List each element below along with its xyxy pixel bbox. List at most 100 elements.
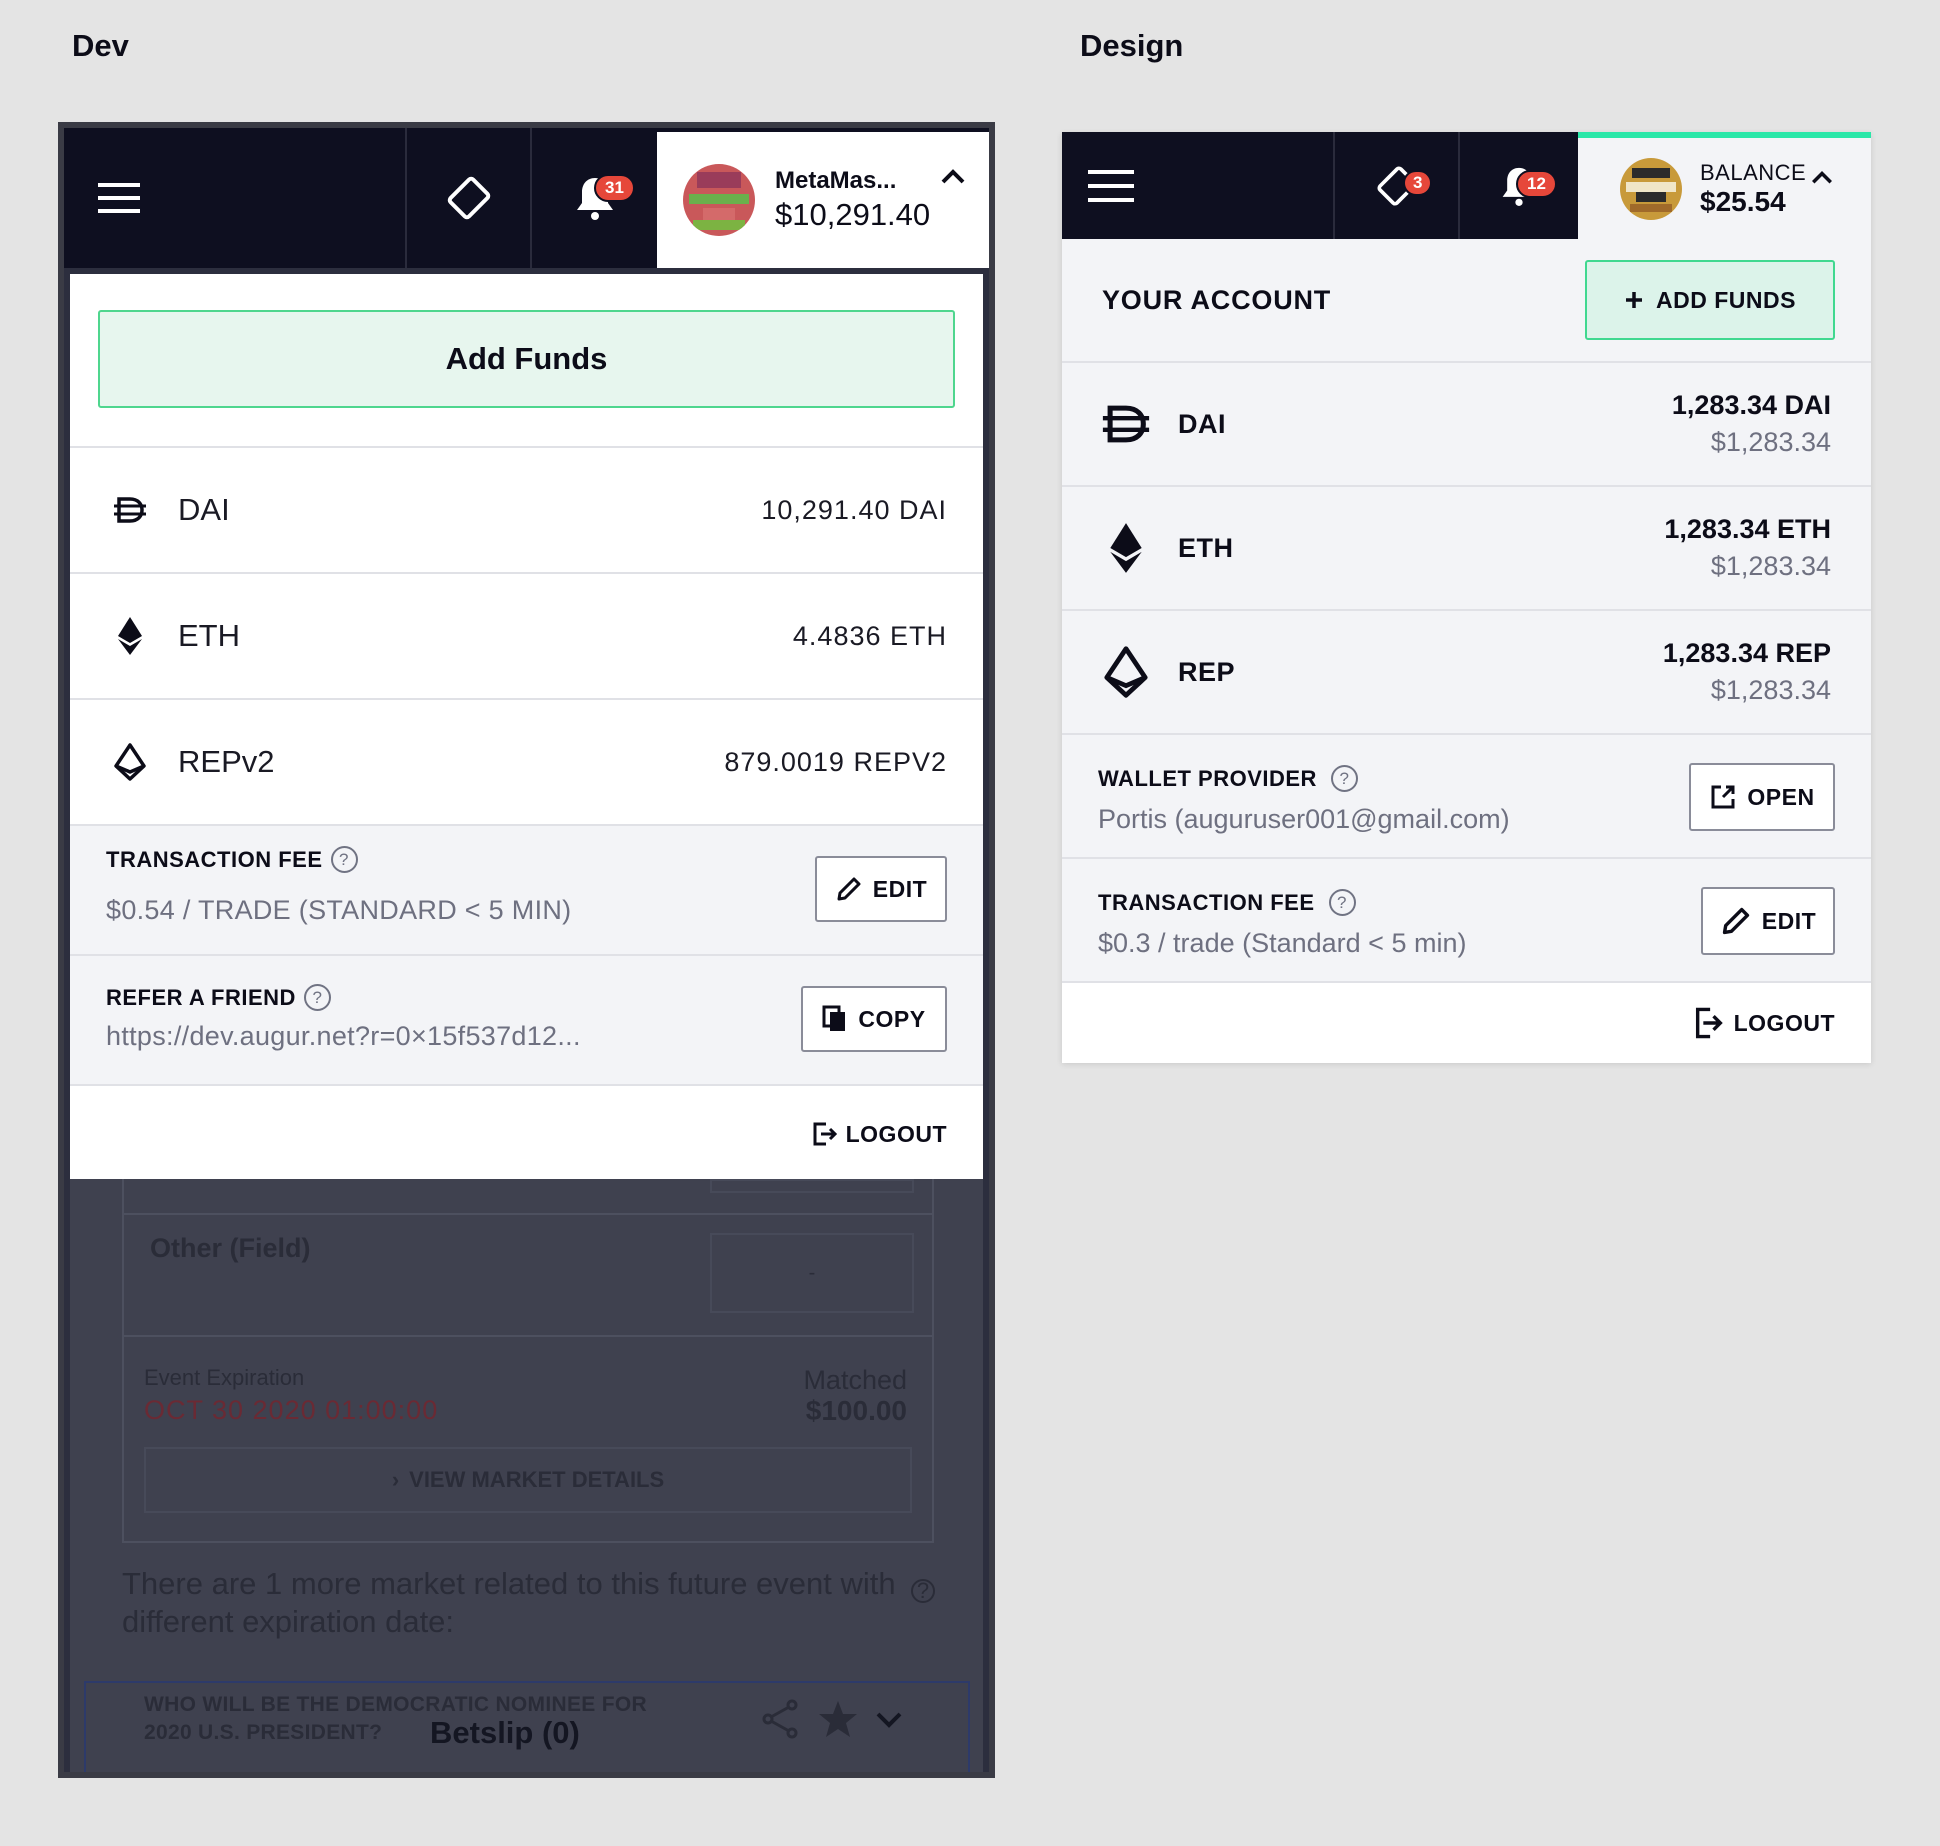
betslip-button[interactable]: 3 [1335, 132, 1460, 239]
account-toggle[interactable]: MetaMas... $10,291.40 [657, 132, 989, 268]
currency-usd-value: $1,283.34 [1710, 551, 1831, 581]
top-bar: 31 MetaMas... $10,291.40 [64, 128, 989, 268]
rep-icon [1104, 646, 1148, 698]
edit-fee-button[interactable]: EDIT [1701, 887, 1835, 955]
balance-row-eth: ETH 4.4836 ETH [70, 574, 983, 700]
dev-section-label: Dev [72, 28, 129, 63]
avatar [1620, 157, 1682, 220]
chevron-right-icon: › [391, 1467, 400, 1492]
star-icon[interactable] [818, 1699, 858, 1739]
matched-label: Matched [803, 1365, 907, 1395]
open-wallet-button[interactable]: OPEN [1689, 763, 1835, 831]
currency-label: DAI [178, 492, 230, 527]
chevron-down-icon[interactable] [876, 1711, 902, 1729]
currency-label: REP [1178, 656, 1236, 687]
logout-icon [1695, 1007, 1723, 1039]
logout-button[interactable]: LOGOUT [1062, 983, 1871, 1063]
balance-row-eth: ETH 1,283.34 ETH $1,283.34 [1062, 487, 1871, 611]
rep-icon [114, 743, 146, 781]
dev-screen: 31 MetaMas... $10,291.40 Other (Field) -… [58, 122, 995, 1778]
logout-button[interactable]: LOGOUT [70, 1086, 983, 1182]
account-dropdown: YOUR ACCOUNT ADD FUNDS DAI 1,283.34 DAI … [1062, 239, 1871, 1063]
currency-amount: 10,291.40 DAI [761, 494, 947, 525]
account-balance: $25.54 [1700, 185, 1786, 217]
currency-amount: 4.4836 ETH [792, 620, 947, 651]
copy-icon [822, 1005, 846, 1031]
chevron-up-icon [941, 169, 965, 184]
transaction-fee-label: TRANSACTION FEE [106, 846, 323, 872]
transaction-fee-section: TRANSACTION FEE? $0.54 / TRADE (STANDARD… [70, 826, 983, 956]
pencil-icon [1722, 907, 1749, 935]
help-icon[interactable]: ? [1330, 765, 1358, 792]
hamburger-icon [1088, 169, 1134, 202]
help-icon[interactable]: ? [911, 1579, 935, 1603]
betslip-button[interactable] [407, 128, 532, 268]
account-name: MetaMas... [775, 167, 897, 194]
currency-usd-value: $1,283.34 [1710, 675, 1831, 705]
pencil-icon [837, 877, 861, 901]
account-dropdown: Add Funds DAI 10,291.40 DAI ETH 4.4836 E… [70, 274, 983, 1179]
balance-row-rep: REPv2 879.0019 REPV2 [70, 700, 983, 826]
betslip-badge: 3 [1403, 170, 1433, 196]
currency-label: ETH [1178, 532, 1234, 563]
help-icon[interactable]: ? [330, 846, 358, 873]
currency-amount: 1,283.34 DAI [1671, 390, 1831, 420]
transaction-fee-label: TRANSACTION FEE [1098, 889, 1315, 915]
dai-icon [114, 497, 146, 523]
add-funds-button[interactable]: ADD FUNDS [1585, 260, 1835, 340]
edit-fee-button[interactable]: EDIT [815, 856, 947, 922]
currency-label: ETH [178, 618, 240, 653]
account-toggle[interactable]: BALANCE $25.54 [1578, 132, 1871, 239]
market-background: Other (Field) - Event Expiration OCT 30 … [70, 1179, 983, 1772]
transaction-fee-section: TRANSACTION FEE? $0.3 / trade (Standard … [1062, 859, 1871, 983]
related-market-title: WHO WILL BE THE DEMOCRATIC NOMINEE FOR 2… [144, 1693, 647, 1744]
eth-icon [1110, 523, 1142, 573]
copy-link-button[interactable]: COPY [801, 986, 947, 1052]
related-markets-text: There are 1 more market related to this … [122, 1566, 896, 1639]
betslip-count: Betslip (0) [430, 1715, 580, 1750]
wallet-provider-section: WALLET PROVIDER? Portis (auguruser001@gm… [1062, 735, 1871, 859]
balance-row-dai: DAI 10,291.40 DAI [70, 448, 983, 574]
refer-friend-label: REFER A FRIEND [106, 984, 296, 1010]
refer-friend-section: REFER A FRIEND? https://dev.augur.net?r=… [70, 956, 983, 1086]
balance-label: BALANCE [1700, 159, 1807, 185]
expiration-date: OCT 30 2020 01:00:00 [144, 1395, 439, 1425]
account-balance: $10,291.40 [775, 197, 931, 232]
plus-icon [1626, 292, 1643, 308]
avatar [683, 164, 755, 236]
chevron-up-icon [1812, 171, 1832, 184]
currency-amount: 1,283.34 ETH [1664, 514, 1831, 544]
wallet-provider-label: WALLET PROVIDER [1098, 765, 1317, 791]
design-section-label: Design [1080, 28, 1184, 63]
currency-label: REPv2 [178, 744, 275, 779]
notifications-button[interactable]: 12 [1460, 132, 1578, 239]
matched-value: $100.00 [805, 1395, 907, 1426]
eth-icon [118, 617, 142, 655]
add-funds-button[interactable]: Add Funds [98, 310, 955, 408]
currency-label: DAI [1178, 408, 1226, 439]
expiration-label: Event Expiration [144, 1365, 305, 1390]
share-icon[interactable] [760, 1699, 800, 1739]
notifications-button[interactable]: 31 [532, 128, 657, 268]
external-link-icon [1711, 785, 1735, 809]
top-bar: 3 12 BALANCE $25.54 [1062, 132, 1871, 239]
logout-icon [813, 1122, 837, 1146]
help-icon[interactable]: ? [303, 984, 331, 1011]
betslip-icon [447, 176, 490, 220]
your-account-title: YOUR ACCOUNT [1102, 284, 1332, 315]
outcome-label: Other (Field) [150, 1233, 311, 1263]
outcome-odds: - [710, 1233, 914, 1313]
currency-amount: 879.0019 REPV2 [724, 746, 947, 777]
help-icon[interactable]: ? [1328, 889, 1356, 916]
balance-row-dai: DAI 1,283.34 DAI $1,283.34 [1062, 363, 1871, 487]
menu-button[interactable] [1062, 132, 1335, 239]
notifications-badge: 12 [1516, 170, 1557, 198]
design-screen: 3 12 BALANCE $25.54 YOUR ACCOUNT ADD FUN… [1062, 132, 1871, 1063]
view-market-details-button[interactable]: › VIEW MARKET DETAILS [144, 1447, 912, 1513]
notifications-badge: 31 [594, 174, 635, 202]
hamburger-icon [98, 183, 140, 213]
currency-usd-value: $1,283.34 [1710, 427, 1831, 457]
dai-icon [1102, 405, 1150, 443]
currency-amount: 1,283.34 REP [1662, 638, 1831, 668]
menu-button[interactable] [64, 128, 407, 268]
